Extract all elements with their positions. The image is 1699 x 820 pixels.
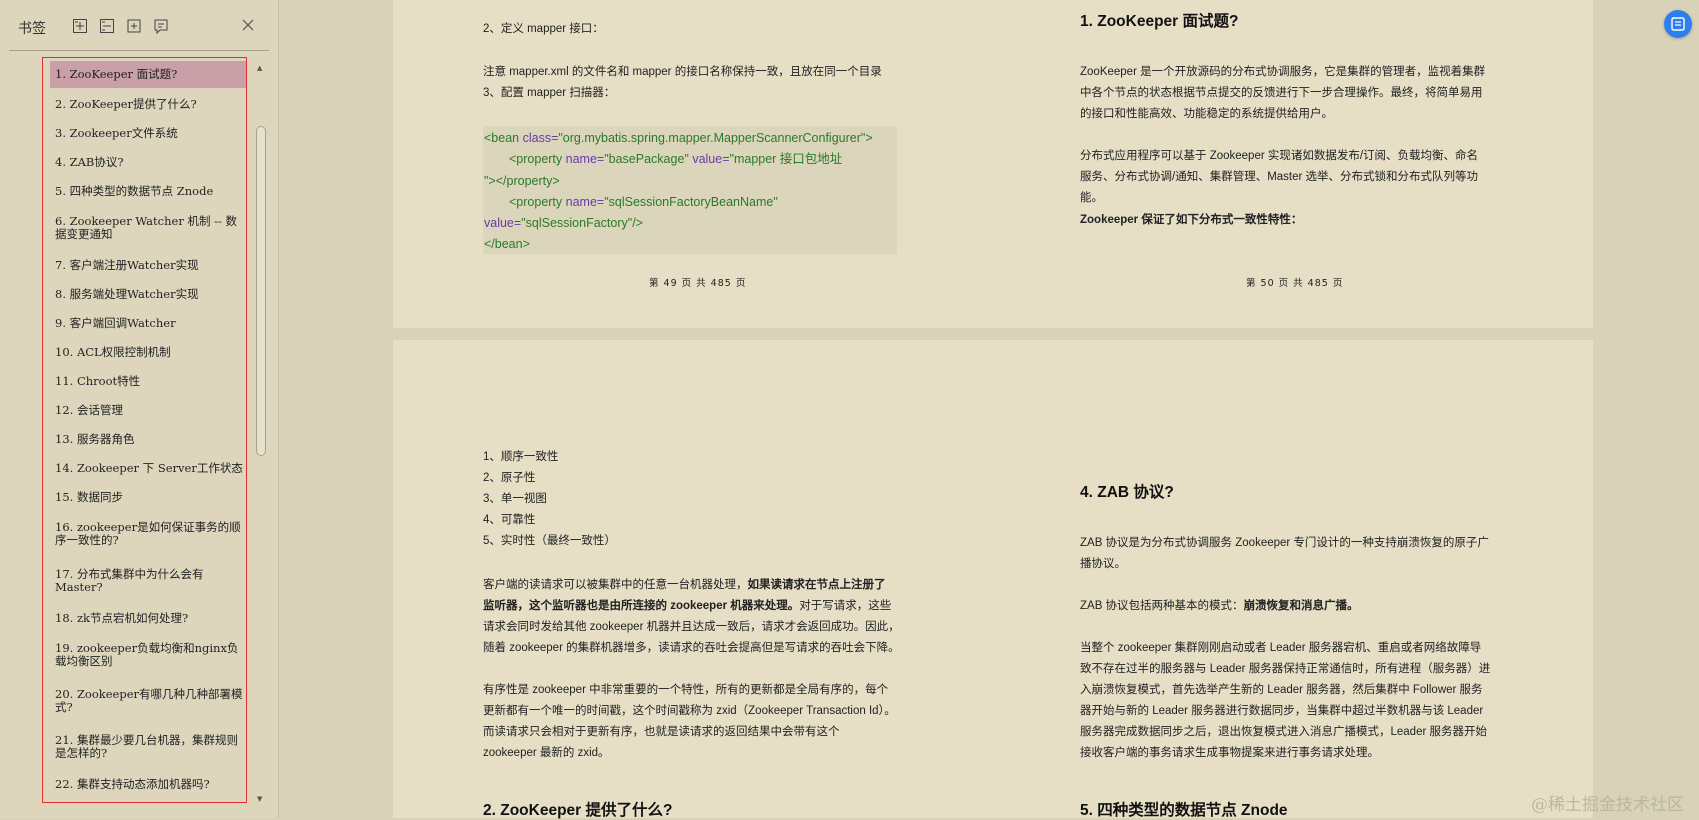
- bookmark-item[interactable]: 3. Zookeeper文件系统: [50, 127, 246, 140]
- page-paragraph: ZAB 协议是为分布式协调服务 Zookeeper 专门设计的一种支持崩溃恢复的…: [1080, 537, 1489, 570]
- bookmark-item[interactable]: 17. 分布式集群中为什么会有Master?: [50, 568, 246, 594]
- sidebar-title: 书签: [18, 20, 46, 36]
- bookmark-item[interactable]: 18. zk节点宕机如何处理?: [50, 612, 246, 625]
- bookmark-item[interactable]: 11. Chroot特性: [50, 375, 246, 388]
- page-paragraph: 当整个 zookeeper 集群刚刚启动或者 Leader 服务器宕机、重启或者…: [1080, 642, 1491, 759]
- page-paragraph: 客户端的读请求可以被集群中的任意一台机器处理，如果读请求在节点上注册了 监听器，…: [483, 579, 900, 654]
- list-item: 1、顺序一致性: [483, 451, 559, 463]
- bookmark-item[interactable]: 8. 服务端处理Watcher实现: [50, 288, 246, 301]
- watermark: @稀土掘金技术社区: [1531, 795, 1684, 815]
- list-item: 4、可靠性: [483, 514, 536, 526]
- page-paragraph: 分布式应用程序可以基于 Zookeeper 实现诸如数据发布/订阅、负载均衡、命…: [1080, 150, 1479, 204]
- bookmark-item[interactable]: 12. 会话管理: [50, 404, 246, 417]
- bookmark-item[interactable]: 4. ZAB协议?: [50, 156, 246, 169]
- page-paragraph: ZAB 协议包括两种基本的模式：崩溃恢复和消息广播。: [1080, 600, 1359, 612]
- bookmark-item[interactable]: 6. Zookeeper Watcher 机制 -- 数据变更通知: [50, 215, 246, 241]
- page-footer: 第 50 页 共 485 页: [1246, 278, 1344, 289]
- scrollbar-thumb[interactable]: [256, 126, 266, 456]
- list-item: 3、单一视图: [483, 493, 547, 505]
- bookmark-item[interactable]: 15. 数据同步: [50, 491, 246, 504]
- page-text: 3、配置 mapper 扫描器：: [483, 87, 616, 99]
- bookmark-item[interactable]: 21. 集群最少要几台机器，集群规则是怎样的?: [50, 734, 246, 760]
- sidebar-header: 书签: [0, 0, 278, 52]
- page-paragraph: ZooKeeper 是一个开放源码的分布式协调服务，它是集群的管理者，监视着集群…: [1080, 66, 1486, 120]
- page-footer: 第 49 页 共 485 页: [649, 278, 747, 289]
- list-item: 5、实时性（最终一致性）: [483, 535, 616, 547]
- bookmark-item[interactable]: 22. 集群支持动态添加机器吗?: [50, 778, 246, 791]
- page-text: 2、定义 mapper 接口：: [483, 23, 604, 35]
- section-heading: 4. ZAB 协议?: [1080, 484, 1174, 501]
- code-block: <bean class="org.mybatis.spring.mapper.M…: [483, 126, 897, 254]
- list-item: 2、原子性: [483, 472, 536, 484]
- sidebar-scrollbar[interactable]: ▲ ▼: [255, 62, 267, 806]
- bookmark-item[interactable]: 16. zookeeper是如何保证事务的顺序一致性的?: [50, 521, 246, 547]
- section-heading: 1. ZooKeeper 面试题?: [1080, 13, 1239, 30]
- collapse-all-icon[interactable]: [99, 18, 115, 34]
- bookmark-item[interactable]: 9. 客户端回调Watcher: [50, 317, 246, 330]
- scroll-down-icon[interactable]: ▼: [257, 795, 262, 803]
- consistency-list: 1、顺序一致性 2、原子性 3、单一视图 4、可靠性 5、实时性（最终一致性）: [483, 447, 616, 552]
- bookmark-item[interactable]: 5. 四种类型的数据节点 Znode: [50, 185, 246, 198]
- bookmark-settings-icon[interactable]: [153, 18, 169, 34]
- document-icon: [1671, 17, 1685, 31]
- bookmark-item[interactable]: 19. zookeeper负载均衡和nginx负载均衡区别: [50, 642, 246, 668]
- floating-action-button[interactable]: [1664, 10, 1692, 38]
- close-icon[interactable]: [240, 17, 256, 33]
- bookmark-item[interactable]: 10. ACL权限控制机制: [50, 346, 246, 359]
- bookmark-item[interactable]: 14. Zookeeper 下 Server工作状态: [50, 462, 246, 475]
- section-heading: 2. ZooKeeper 提供了什么?: [483, 802, 673, 819]
- page-text: 注意 mapper.xml 的文件名和 mapper 的接口名称保持一致，且放在…: [483, 66, 882, 78]
- expand-all-icon[interactable]: [72, 18, 88, 34]
- bookmark-item[interactable]: 20. Zookeeper有哪几种几种部署模式?: [50, 688, 246, 714]
- bookmark-item[interactable]: 1. ZooKeeper 面试题?: [50, 61, 246, 88]
- scroll-up-icon[interactable]: ▲: [257, 64, 262, 72]
- bookmark-sidebar: 书签 1. ZooKeeper 面试题? 2. ZooKeeper提供了什么? …: [0, 0, 279, 818]
- add-bookmark-icon[interactable]: [126, 18, 142, 34]
- page-paragraph: 有序性是 zookeeper 中非常重要的一个特性，所有的更新都是全局有序的，每…: [483, 684, 896, 759]
- bookmark-list-frame: 1. ZooKeeper 面试题? 2. ZooKeeper提供了什么? 3. …: [42, 57, 247, 803]
- section-heading: 5. 四种类型的数据节点 Znode: [1080, 802, 1288, 819]
- bookmark-item[interactable]: 7. 客户端注册Watcher实现: [50, 259, 246, 272]
- bookmark-item[interactable]: 13. 服务器角色: [50, 433, 246, 446]
- bookmark-item[interactable]: 2. ZooKeeper提供了什么?: [50, 98, 246, 111]
- page-text: Zookeeper 保证了如下分布式一致性特性：: [1080, 214, 1303, 226]
- sidebar-divider: [9, 50, 269, 51]
